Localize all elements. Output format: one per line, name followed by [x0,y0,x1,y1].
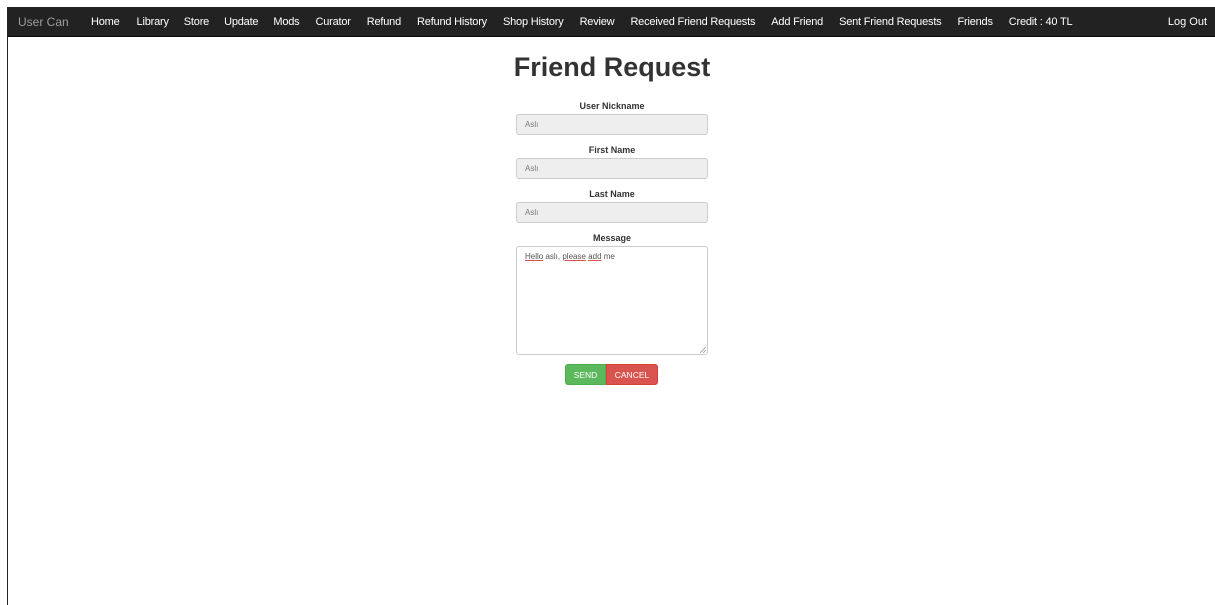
friend-request-form: User Nickname Aslı First Name Aslı Last … [516,100,708,355]
nav-item-mods[interactable]: Mods [273,7,299,37]
first-name-field[interactable]: Aslı [516,158,708,179]
nav-item-curator[interactable]: Curator [315,7,350,37]
nav-item-sent-friend-requests[interactable]: Sent Friend Requests [839,7,942,37]
nav-item-library[interactable]: Library [137,7,169,37]
nav-item-home[interactable]: Home [91,7,120,37]
nav-item-store[interactable]: Store [184,7,209,37]
message-textarea[interactable]: Hello aslı, please add me [516,246,708,355]
cancel-button[interactable]: CANCEL [606,364,658,385]
nav-item-credit[interactable]: Credit : 40 TL [1009,7,1073,37]
message-word: aslı, [543,252,563,261]
navbar-brand[interactable]: User Can [18,7,69,37]
nav-item-update[interactable]: Update [224,7,258,37]
nav-item-shop-history[interactable]: Shop History [503,7,564,37]
nickname-label: User Nickname [579,101,645,111]
nickname-field[interactable]: Aslı [516,114,708,135]
resize-grip-icon[interactable] [700,347,706,353]
send-button[interactable]: SEND [565,364,606,385]
last-name-label: Last Name [589,189,635,199]
nav-item-friends[interactable]: Friends [957,7,992,37]
form-actions: SEND CANCEL [565,364,658,385]
message-word: Hello [525,252,544,261]
logout-link[interactable]: Log Out [1168,7,1207,37]
message-word: add [588,252,602,261]
page-title: Friend Request [513,52,711,82]
top-navbar: User Can Home Library Store Update Mods … [8,7,1215,37]
last-name-field[interactable]: Aslı [516,202,708,223]
message-word: please [562,252,586,261]
nav-item-review[interactable]: Review [580,7,615,37]
nav-item-received-friend-requests[interactable]: Received Friend Requests [630,7,755,37]
first-name-label: First Name [588,145,636,155]
nav-item-refund-history[interactable]: Refund History [417,7,487,37]
navbar-menu: Home Library Store Update Mods Curator R… [91,7,1073,37]
message-word: me [601,252,615,261]
page-frame: User Can Home Library Store Update Mods … [7,7,1215,605]
nav-item-refund[interactable]: Refund [367,7,401,37]
nav-item-add-friend[interactable]: Add Friend [771,7,823,37]
message-label: Message [592,233,632,243]
